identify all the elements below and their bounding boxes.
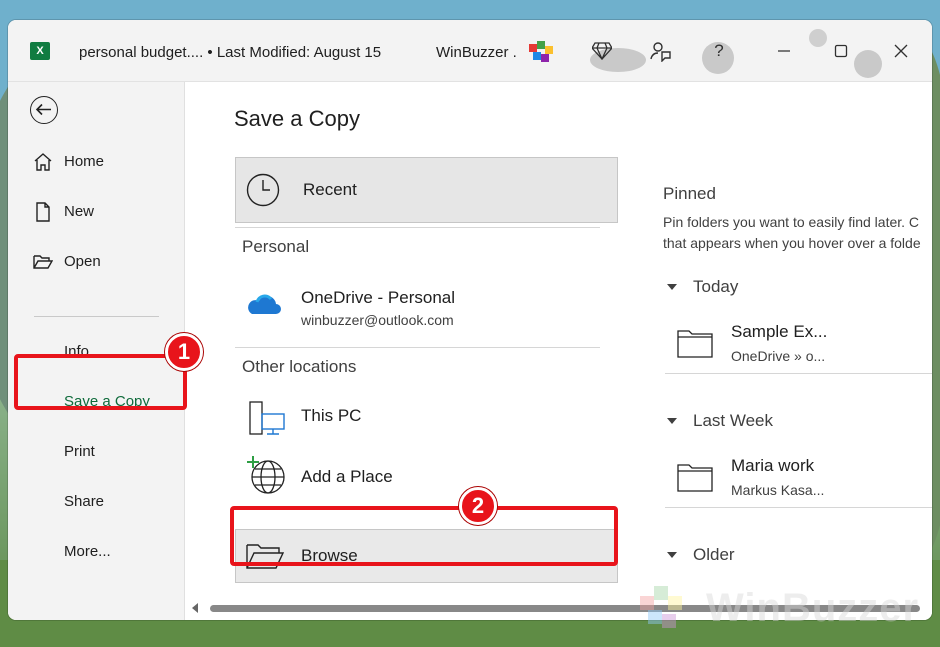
callout-badge-1: 1	[165, 333, 203, 371]
premium-diamond-icon[interactable]	[589, 38, 615, 64]
sidebar-item-label: Open	[64, 253, 101, 270]
sidebar-divider	[34, 316, 159, 317]
document-title[interactable]: personal budget.... • Last Modified: Aug…	[79, 44, 381, 61]
scroll-left-icon[interactable]	[192, 603, 198, 613]
home-icon	[34, 153, 52, 171]
collapse-triangle-icon	[667, 284, 677, 290]
callout-number: 2	[471, 493, 485, 518]
new-document-icon	[36, 202, 50, 222]
back-arrow-icon	[35, 103, 51, 116]
clock-icon	[246, 173, 280, 207]
sidebar-item-label: More...	[64, 543, 111, 560]
pinned-description: Pin folders you want to easily find late…	[663, 212, 932, 254]
add-a-place-location[interactable]: Add a Place	[236, 454, 616, 504]
winbuzzer-watermark: WinBuzzer	[636, 582, 936, 642]
collapse-triangle-icon	[667, 552, 677, 558]
sidebar-item-more[interactable]: More...	[8, 532, 185, 572]
sidebar-item-open[interactable]: Open	[8, 242, 185, 282]
globe-add-icon	[247, 456, 285, 494]
pinned-description-line: that appears when you hover over a folde	[663, 235, 921, 251]
folder-name: Maria work	[731, 456, 815, 475]
onedrive-personal-location[interactable]: OneDrive - Personal winbuzzer@outlook.co…	[236, 280, 616, 336]
other-locations-heading: Other locations	[242, 357, 357, 376]
divider	[235, 227, 600, 228]
add-a-place-label: Add a Place	[301, 467, 393, 486]
callout-highlight-browse	[230, 506, 618, 566]
help-icon[interactable]: ?	[706, 38, 732, 64]
divider	[235, 347, 600, 348]
sidebar-item-print[interactable]: Print	[8, 432, 185, 472]
pinned-description-line: Pin folders you want to easily find late…	[663, 214, 920, 230]
sidebar-item-share[interactable]: Share	[8, 482, 185, 522]
callout-badge-2: 2	[459, 487, 497, 525]
group-today[interactable]: Today	[667, 277, 738, 297]
close-icon[interactable]	[888, 38, 914, 64]
minimize-icon[interactable]	[771, 38, 797, 64]
sidebar-item-label: Share	[64, 493, 105, 510]
folder-icon	[677, 330, 713, 358]
recent-label: Recent	[303, 180, 357, 199]
backstage-sidebar: Home New Open Info Save a Copy Print Sha…	[8, 82, 185, 620]
title-bar: X personal budget.... • Last Modified: A…	[8, 20, 932, 82]
callout-number: 1	[177, 339, 191, 364]
sidebar-item-new[interactable]: New	[8, 192, 185, 232]
avatar[interactable]	[527, 38, 555, 66]
sidebar-item-label: Print	[64, 443, 95, 460]
collapse-triangle-icon	[667, 418, 677, 424]
group-label: Today	[693, 277, 739, 296]
winbuzzer-logo-icon	[640, 586, 682, 628]
sidebar-item-label: New	[64, 203, 95, 220]
callout-highlight-save-a-copy	[14, 354, 187, 410]
onedrive-account: winbuzzer@outlook.com	[301, 312, 454, 328]
folder-path: OneDrive » o...	[731, 348, 826, 364]
back-button[interactable]	[30, 96, 58, 124]
watermark-text: WinBuzzer	[706, 586, 920, 630]
coauthor-icon[interactable]	[647, 38, 673, 64]
group-label: Last Week	[693, 411, 774, 430]
personal-heading: Personal	[242, 237, 310, 256]
onedrive-cloud-icon	[248, 294, 281, 314]
folder-item[interactable]: Sample Ex... OneDrive » o...	[665, 316, 932, 374]
onedrive-label: OneDrive - Personal	[301, 288, 456, 307]
account-name[interactable]: WinBuzzer .	[436, 44, 517, 61]
maximize-icon[interactable]	[828, 38, 854, 64]
group-label: Older	[693, 545, 735, 564]
group-last-week[interactable]: Last Week	[667, 411, 773, 431]
this-pc-location[interactable]: This PC	[236, 394, 616, 444]
page-title: Save a Copy	[234, 106, 360, 131]
sidebar-item-label: Home	[64, 153, 105, 170]
recent-button[interactable]: Recent	[235, 157, 618, 223]
this-pc-label: This PC	[301, 406, 362, 425]
group-older[interactable]: Older	[667, 545, 735, 565]
folder-path: Markus Kasa...	[731, 482, 825, 498]
sidebar-item-home[interactable]: Home	[8, 142, 185, 182]
open-folder-icon	[33, 255, 53, 269]
this-pc-icon	[249, 401, 285, 435]
excel-logo-icon: X	[30, 42, 50, 60]
folder-name: Sample Ex...	[731, 322, 828, 341]
pinned-heading: Pinned	[663, 184, 716, 203]
folder-item[interactable]: Maria work Markus Kasa...	[665, 450, 932, 508]
folder-icon	[677, 464, 713, 492]
